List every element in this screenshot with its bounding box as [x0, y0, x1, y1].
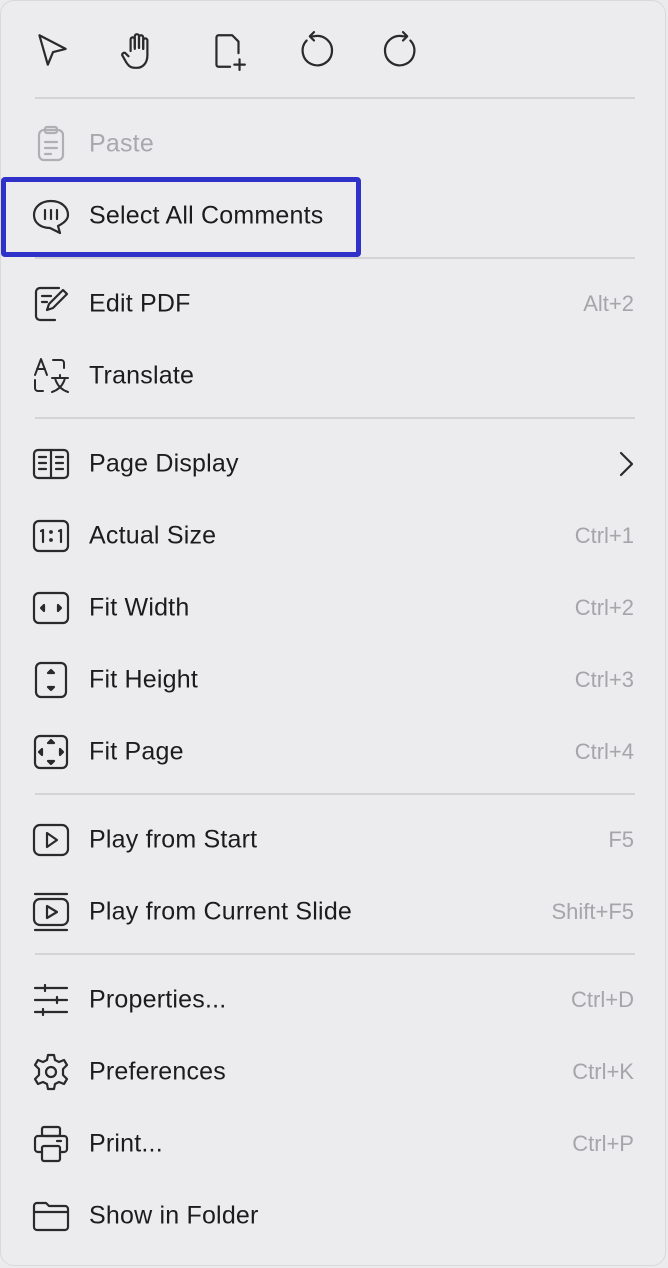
- menu-item-play-from-start[interactable]: Play from Start F5: [1, 804, 665, 876]
- menu-item-paste[interactable]: Paste: [1, 108, 665, 180]
- menu-item-page-display[interactable]: Page Display: [1, 428, 666, 500]
- menu-item-preferences[interactable]: Preferences Ctrl+K: [1, 1036, 665, 1108]
- add-page-tool-button[interactable]: [205, 28, 251, 74]
- actual-size-icon: [29, 514, 73, 558]
- undo-tool-button[interactable]: [291, 28, 337, 74]
- sliders-icon: [29, 978, 73, 1022]
- menu-item-fit-height[interactable]: Fit Height Ctrl+3: [1, 644, 665, 716]
- menu-item-label: Fit Page: [89, 737, 184, 766]
- shortcut-label: Ctrl+D: [571, 987, 634, 1012]
- menu-item-actual-size[interactable]: Actual Size Ctrl+1: [1, 500, 665, 572]
- redo-icon: [382, 30, 424, 72]
- menu-item-label: Actual Size: [89, 521, 217, 550]
- shortcut-label: Ctrl+1: [574, 523, 634, 548]
- shortcut-label: Shift+F5: [551, 899, 634, 924]
- menu-item-edit-pdf[interactable]: Edit PDF Alt+2: [1, 268, 665, 340]
- play-icon: [29, 818, 73, 862]
- undo-icon: [293, 30, 335, 72]
- edit-pdf-icon: [29, 282, 73, 326]
- fit-width-icon: [29, 586, 73, 630]
- menu-item-label: Translate: [89, 361, 195, 390]
- hand-icon: [118, 30, 160, 72]
- page-add-icon: [207, 30, 249, 72]
- select-tool-button[interactable]: [29, 28, 75, 74]
- fit-page-icon: [29, 730, 73, 774]
- highlight-box: [1, 177, 361, 257]
- shortcut-label: Ctrl+3: [574, 667, 634, 692]
- page-display-icon: [29, 442, 73, 486]
- menu-item-fit-page[interactable]: Fit Page Ctrl+4: [1, 716, 665, 788]
- menu-item-label: Show in Folder: [89, 1201, 259, 1230]
- cursor-arrow-icon: [31, 30, 73, 72]
- hand-tool-button[interactable]: [116, 28, 162, 74]
- menu-item-label: Edit PDF: [89, 289, 191, 318]
- context-menu: Paste Select All Comments Edit PDF Alt+2: [0, 0, 666, 1266]
- chevron-right-icon: [615, 449, 637, 479]
- menu-item-label: Page Display: [89, 449, 239, 478]
- menu-item-properties[interactable]: Properties... Ctrl+D: [1, 964, 665, 1036]
- menu-item-label: Properties...: [89, 985, 227, 1014]
- menu-item-label: Play from Current Slide: [89, 897, 353, 926]
- menu-item-label: Preferences: [89, 1057, 226, 1086]
- translate-icon: [29, 354, 73, 398]
- menu-item-fit-width[interactable]: Fit Width Ctrl+2: [1, 572, 665, 644]
- menu-item-label: Paste: [89, 129, 154, 158]
- menu-item-print[interactable]: Print... Ctrl+P: [1, 1108, 665, 1180]
- shortcut-label: Ctrl+2: [574, 595, 634, 620]
- clipboard-icon: [29, 122, 73, 166]
- divider: [35, 417, 635, 419]
- gear-icon: [29, 1050, 73, 1094]
- menu-item-label: Play from Start: [89, 825, 258, 854]
- menu-item-play-from-current-slide[interactable]: Play from Current Slide Shift+F5: [1, 876, 665, 948]
- fit-height-icon: [29, 658, 73, 702]
- menu-item-label: Fit Width: [89, 593, 190, 622]
- redo-tool-button[interactable]: [380, 28, 426, 74]
- play-current-icon: [29, 890, 73, 934]
- divider: [35, 257, 635, 259]
- shortcut-label: Ctrl+P: [572, 1131, 634, 1156]
- folder-icon: [29, 1194, 73, 1238]
- menu-item-label: Fit Height: [89, 665, 198, 694]
- shortcut-label: Alt+2: [583, 291, 634, 316]
- menu-item-label: Print...: [89, 1129, 163, 1158]
- shortcut-label: Ctrl+K: [572, 1059, 634, 1084]
- menu-item-translate[interactable]: Translate: [1, 340, 665, 412]
- divider: [35, 793, 635, 795]
- menu-item-show-in-folder[interactable]: Show in Folder: [1, 1180, 665, 1252]
- divider: [35, 97, 635, 99]
- printer-icon: [29, 1122, 73, 1166]
- divider: [35, 953, 635, 955]
- shortcut-label: Ctrl+4: [574, 739, 634, 764]
- menu-toolbar: [1, 21, 665, 81]
- shortcut-label: F5: [608, 827, 634, 852]
